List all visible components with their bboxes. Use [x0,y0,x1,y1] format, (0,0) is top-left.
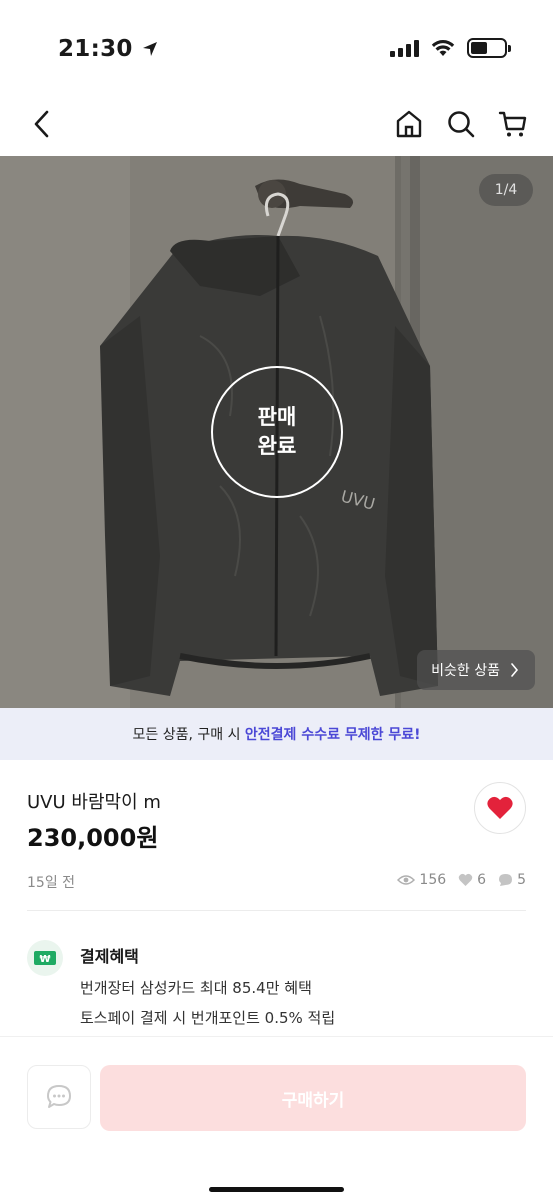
banner-prefix: 모든 상품, 구매 시 [132,727,245,743]
product-price: 230,000원 [27,824,159,852]
like-button[interactable] [474,782,526,834]
location-arrow-icon [142,42,157,56]
search-icon [448,111,475,138]
status-indicators [390,38,511,58]
status-bar: 21:30 [0,0,553,92]
chevron-right-icon [511,663,519,677]
won-card-icon: ₩ [34,951,56,965]
chat-icon [47,1085,71,1108]
cellular-signal-icon [390,39,419,57]
product-title: UVU 바람막이 m [27,792,161,813]
battery-icon [467,38,511,58]
status-time-text: 21:30 [58,36,133,62]
chat-button[interactable] [27,1065,91,1129]
similar-products-label: 비슷한 상품 [431,663,500,679]
sold-badge-line-1: 판매 [257,404,297,429]
nav-actions [389,104,533,144]
product-image-carousel[interactable]: UVU 1/4 판매 완료 비슷한 상품 [0,156,553,708]
sold-out-badge: 판매 완료 [211,366,343,498]
views-stat: 156 [397,872,446,888]
status-time: 21:30 [58,36,159,62]
section-divider [27,910,526,911]
posted-time: 15일 전 [27,875,76,891]
payment-benefit-icon: ₩ [27,940,63,976]
chat-bubble-icon [499,874,513,886]
eye-icon [397,875,416,885]
heart-icon [487,796,513,819]
payment-benefit-line: 토스페이 결제 시 번개포인트 0.5% 적립 [80,1009,336,1027]
chats-count: 5 [517,872,526,888]
back-arrow-icon [34,110,49,138]
back-button[interactable] [22,104,62,144]
payment-benefit-line: 번개장터 삼성카드 최대 85.4만 혜택 [80,979,312,997]
top-nav-bar [0,92,553,156]
buy-button[interactable]: 구매하기 [100,1065,526,1131]
bottom-action-bar: 구매하기 [0,1036,553,1200]
image-page-indicator: 1/4 [479,174,533,206]
home-indicator [209,1187,344,1192]
likes-stat: 6 [458,872,486,888]
cart-button[interactable] [493,104,533,144]
heart-outline-icon [458,873,473,886]
wifi-icon [431,40,455,56]
search-button[interactable] [441,104,481,144]
likes-count: 6 [477,872,487,888]
sold-badge-line-2: 완료 [257,434,297,458]
home-button[interactable] [389,104,429,144]
home-icon [396,110,422,138]
banner-highlight: 안전결제 수수료 무제한 무료! [244,727,421,743]
payment-benefit-title: 결제혜택 [80,947,139,966]
cart-icon [498,111,527,137]
svg-text:₩: ₩ [39,954,50,965]
chats-stat: 5 [498,872,526,888]
safe-payment-banner[interactable]: 모든 상품, 구매 시 안전결제 수수료 무제한 무료! [0,708,553,760]
views-count: 156 [419,872,447,888]
similar-products-button[interactable]: 비슷한 상품 [417,650,535,690]
product-stats: 156 6 5 [397,872,526,888]
